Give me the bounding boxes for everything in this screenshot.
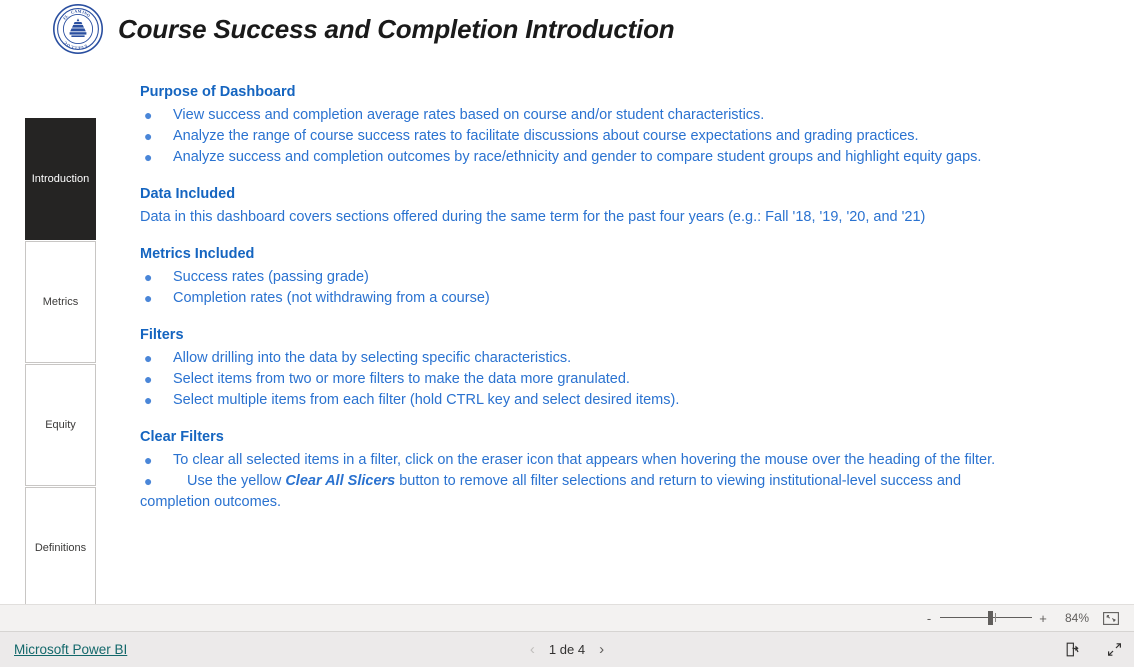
list-item-text: Allow drilling into the data by selectin… [173, 350, 572, 366]
list-item: ● Select multiple items from each filter … [140, 390, 1080, 411]
next-page-button[interactable]: › [599, 641, 604, 658]
zoom-slider[interactable] [940, 611, 1032, 625]
report-canvas: EL C A M I N O C O L L E G E Course Succ… [0, 0, 1134, 604]
bullet-dot-icon: ● [144, 128, 153, 144]
zoom-slider-thumb[interactable] [988, 611, 993, 625]
purpose-bullet-list: ● View success and completion average rat… [140, 105, 1080, 168]
report-footer: Microsoft Power BI ‹ 1 de 4 › [0, 632, 1134, 667]
list-item: ● Select items from two or more filters t… [140, 369, 1080, 390]
section-purpose-of-dashboard: Purpose of Dashboard ● View success and c… [140, 82, 1080, 168]
bullet-dot-icon: ● [144, 473, 153, 489]
zoom-level-label: 84% [1064, 611, 1090, 625]
clear-filters-text-post: button to remove all filter selections a… [395, 473, 962, 489]
page-title: Course Success and Completion Introducti… [118, 13, 675, 44]
bullet-dot-icon: ● [144, 350, 153, 366]
section-filters: Filters ● Allow drilling into the data by… [140, 325, 1080, 411]
page-tab-metrics[interactable]: Metrics [25, 241, 96, 363]
report-header: EL C A M I N O C O L L E G E Course Succ… [0, 0, 1134, 58]
fullscreen-icon [1107, 643, 1121, 656]
bullet-dot-icon: ● [144, 392, 153, 408]
zoom-out-button[interactable]: - [922, 611, 936, 626]
page-tab-label: Introduction [31, 173, 90, 185]
list-item: ● View success and completion average rat… [140, 105, 1080, 126]
section-heading: Clear Filters [140, 429, 224, 445]
page-navigation: ‹ 1 de 4 › [487, 641, 647, 658]
section-paragraph: Data in this dashboard covers sections o… [140, 209, 926, 225]
section-metrics-included: Metrics Included ● Success rates (passing… [140, 244, 1080, 309]
bullet-dot-icon: ● [144, 149, 153, 165]
section-heading: Data Included [140, 186, 236, 202]
zoom-toolbar: - + 84% [0, 604, 1134, 632]
list-item-text: Select multiple items from each filter (… [173, 392, 680, 408]
list-item-text: Success rates (passing grade) [173, 269, 369, 285]
report-text-content: Purpose of Dashboard ● View success and c… [140, 82, 1080, 513]
list-item-text: Use the yellow Clear All Slicers button … [173, 473, 961, 489]
clear-filters-bullet-list: ● To clear all selected items in a filter… [140, 450, 1080, 492]
section-data-included: Data Included Data in this dashboard cov… [140, 184, 1080, 228]
previous-page-button[interactable]: ‹ [530, 641, 535, 658]
page-tab-label: Equity [45, 419, 76, 431]
page-tab-label: Metrics [42, 296, 79, 308]
clear-filters-text-pre: Use the yellow [187, 473, 286, 489]
zoom-in-button[interactable]: + [1036, 611, 1050, 626]
bullet-dot-icon: ● [144, 371, 153, 387]
list-item: ● Analyze the range of course success rat… [140, 126, 1080, 147]
share-button[interactable] [1062, 640, 1082, 660]
list-item: ● Use the yellow Clear All Slicers button… [140, 471, 1080, 492]
section-heading: Metrics Included [140, 246, 255, 262]
share-icon [1066, 642, 1079, 657]
fit-to-page-button[interactable] [1098, 608, 1124, 628]
section-clear-filters: Clear Filters ● To clear all selected ite… [140, 427, 1080, 513]
list-item-text: Select items from two or more filters to… [173, 371, 630, 387]
fit-to-page-icon [1103, 611, 1119, 625]
powerbi-report-viewer: EL C A M I N O C O L L E G E Course Succ… [0, 0, 1134, 667]
list-item: ● Completion rates (not withdrawing from … [140, 288, 1080, 309]
filters-bullet-list: ● Allow drilling into the data by selecti… [140, 348, 1080, 411]
fullscreen-button[interactable] [1104, 640, 1124, 660]
list-item: ● Success rates (passing grade) [140, 267, 1080, 288]
microsoft-power-bi-link[interactable]: Microsoft Power BI [14, 642, 127, 657]
el-camino-college-logo-icon: EL C A M I N O C O L L E G E [52, 3, 104, 55]
bullet-dot-icon: ● [144, 107, 153, 123]
bullet-dot-icon: ● [144, 269, 153, 285]
zoom-slider-tick [995, 613, 996, 622]
list-item: ● Allow drilling into the data by selecti… [140, 348, 1080, 369]
list-item-text: View success and completion average rate… [173, 107, 765, 123]
section-heading: Purpose of Dashboard [140, 84, 296, 100]
zoom-slider-track [940, 617, 1032, 618]
bullet-dot-icon: ● [144, 452, 153, 468]
page-indicator-label: 1 de 4 [548, 642, 586, 657]
metrics-bullet-list: ● Success rates (passing grade) ● Completi… [140, 267, 1080, 309]
page-tab-definitions[interactable]: Definitions [25, 487, 96, 604]
bullet-dot-icon: ● [144, 290, 153, 306]
list-item: ● To clear all selected items in a filter… [140, 450, 1080, 471]
page-tab-equity[interactable]: Equity [25, 364, 96, 486]
page-tab-introduction[interactable]: Introduction [25, 118, 96, 240]
svg-text:E: E [77, 46, 80, 51]
list-item: ● Analyze success and completion outcomes… [140, 147, 1080, 168]
section-heading: Filters [140, 327, 184, 343]
list-item-text: To clear all selected items in a filter,… [173, 452, 996, 468]
footer-actions [1062, 640, 1124, 660]
clear-filters-wrap-line: completion outcomes. [140, 494, 282, 510]
list-item-text: Analyze the range of course success rate… [173, 128, 919, 144]
page-tab-list: Introduction Metrics Equity Definitions [25, 118, 96, 604]
clear-all-slicers-emphasis: Clear All Slicers [285, 473, 396, 489]
page-tab-label: Definitions [34, 542, 87, 554]
list-item-text: Completion rates (not withdrawing from a… [173, 290, 490, 306]
list-item-text: Analyze success and completion outcomes … [173, 149, 982, 165]
